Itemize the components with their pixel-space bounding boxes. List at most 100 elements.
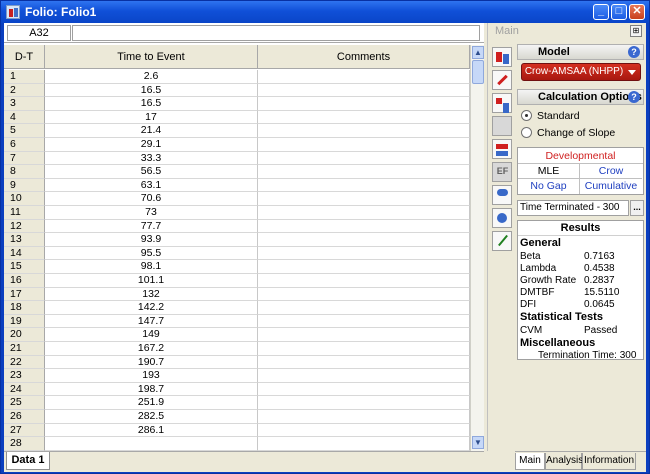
vertical-scrollbar[interactable]: ▲ ▼ <box>470 45 484 451</box>
row-number[interactable]: 4 <box>4 110 45 125</box>
comments-cell[interactable] <box>258 124 470 138</box>
time-to-event-cell[interactable]: 77.7 <box>45 219 258 234</box>
plot-icon[interactable] <box>492 231 512 251</box>
comments-cell[interactable] <box>258 274 470 288</box>
time-to-event-cell[interactable]: 167.2 <box>45 342 258 356</box>
tab-information[interactable]: Information <box>582 453 636 470</box>
row-number[interactable]: 14 <box>4 246 45 261</box>
time-to-event-cell[interactable]: 2.6 <box>45 70 258 84</box>
time-to-event-cell[interactable]: 33.3 <box>45 151 258 166</box>
comments-cell[interactable] <box>258 83 470 98</box>
comments-cell[interactable] <box>258 110 470 125</box>
developmental-option[interactable]: Developmental <box>518 148 643 164</box>
table-row[interactable]: 28 <box>4 437 470 451</box>
time-to-event-cell[interactable]: 29.1 <box>45 138 258 152</box>
time-to-event-cell[interactable]: 95.5 <box>45 246 258 261</box>
comments-cell[interactable] <box>258 206 470 220</box>
time-to-event-cell[interactable]: 73 <box>45 206 258 220</box>
table-row[interactable]: 22 190.7 <box>4 355 470 370</box>
comments-cell[interactable] <box>258 396 470 410</box>
row-number[interactable]: 17 <box>4 287 45 302</box>
row-number[interactable]: 1 <box>4 70 45 84</box>
row-number[interactable]: 7 <box>4 151 45 166</box>
time-to-event-cell[interactable]: 16.5 <box>45 97 258 111</box>
time-to-event-cell[interactable]: 147.7 <box>45 314 258 329</box>
table-row[interactable]: 17 132 <box>4 287 470 302</box>
comments-cell[interactable] <box>258 246 470 261</box>
tab-analysis[interactable]: Analysis <box>545 453 583 470</box>
table-row[interactable]: 19 147.7 <box>4 314 470 329</box>
cell-reference-box[interactable]: A32 <box>7 25 71 41</box>
time-to-event-cell[interactable] <box>45 437 258 451</box>
table-row[interactable]: 26 282.5 <box>4 410 470 424</box>
comments-cell[interactable] <box>258 151 470 166</box>
comments-cell[interactable] <box>258 97 470 111</box>
time-to-event-cell[interactable]: 142.2 <box>45 301 258 315</box>
time-to-event-cell[interactable]: 17 <box>45 110 258 125</box>
time-to-event-cell[interactable]: 198.7 <box>45 382 258 397</box>
crow-option[interactable]: Crow <box>580 164 642 179</box>
comments-cell[interactable] <box>258 328 470 342</box>
scroll-up-arrow-icon[interactable]: ▲ <box>472 46 484 59</box>
comments-cell[interactable] <box>258 437 470 451</box>
column-header-time-to-event[interactable]: Time to Event <box>45 45 258 69</box>
comments-cell[interactable] <box>258 70 470 84</box>
table-row[interactable]: 27 286.1 <box>4 423 470 438</box>
comments-cell[interactable] <box>258 382 470 397</box>
time-to-event-cell[interactable]: 21.4 <box>45 124 258 138</box>
table-row[interactable]: 14 95.5 <box>4 246 470 261</box>
time-terminated-ellipsis-button[interactable]: ... <box>630 200 644 216</box>
table-row[interactable]: 3 16.5 <box>4 97 470 111</box>
time-to-event-cell[interactable]: 149 <box>45 328 258 342</box>
row-number[interactable]: 16 <box>4 274 45 288</box>
row-number[interactable]: 8 <box>4 165 45 179</box>
help-icon[interactable]: ? <box>628 91 640 103</box>
time-to-event-cell[interactable]: 286.1 <box>45 423 258 438</box>
row-number[interactable]: 6 <box>4 138 45 152</box>
comments-cell[interactable] <box>258 165 470 179</box>
formula-input[interactable] <box>72 25 480 41</box>
table-row[interactable]: 4 17 <box>4 110 470 125</box>
time-to-event-cell[interactable]: 70.6 <box>45 192 258 206</box>
tab-main[interactable]: Main <box>515 453 545 470</box>
time-to-event-cell[interactable]: 193 <box>45 369 258 383</box>
comments-cell[interactable] <box>258 301 470 315</box>
title-bar[interactable]: Folio: Folio1 _ □ ✕ <box>1 1 649 23</box>
row-number[interactable]: 12 <box>4 219 45 234</box>
table-row[interactable]: 9 63.1 <box>4 178 470 193</box>
model-dropdown[interactable]: Crow-AMSAA (NHPP) <box>521 63 641 81</box>
table-row[interactable]: 21 167.2 <box>4 342 470 356</box>
table-row[interactable]: 10 70.6 <box>4 192 470 206</box>
row-number[interactable]: 5 <box>4 124 45 138</box>
table-row[interactable]: 16 101.1 <box>4 274 470 288</box>
comments-cell[interactable] <box>258 314 470 329</box>
row-number[interactable]: 26 <box>4 410 45 424</box>
row-number[interactable]: 9 <box>4 178 45 193</box>
table-row[interactable]: 25 251.9 <box>4 396 470 410</box>
filter-icon[interactable] <box>492 185 512 205</box>
ef-icon[interactable]: EF <box>492 162 512 182</box>
table-row[interactable]: 7 33.3 <box>4 151 470 166</box>
comments-cell[interactable] <box>258 138 470 152</box>
row-number[interactable]: 24 <box>4 382 45 397</box>
comments-cell[interactable] <box>258 369 470 383</box>
row-number[interactable]: 20 <box>4 328 45 342</box>
comments-cell[interactable] <box>258 287 470 302</box>
time-to-event-cell[interactable]: 190.7 <box>45 355 258 370</box>
column-header-dt[interactable]: D-T <box>4 45 45 69</box>
table-row[interactable]: 23 193 <box>4 369 470 383</box>
sheet-tab-data-1[interactable]: Data 1 <box>6 452 50 470</box>
table-row[interactable]: 8 56.5 <box>4 165 470 179</box>
row-number[interactable]: 19 <box>4 314 45 329</box>
maximize-button[interactable]: □ <box>611 4 627 20</box>
table-row[interactable]: 15 98.1 <box>4 260 470 274</box>
comments-cell[interactable] <box>258 410 470 424</box>
table-row[interactable]: 13 93.9 <box>4 233 470 247</box>
time-to-event-cell[interactable]: 101.1 <box>45 274 258 288</box>
row-number[interactable]: 25 <box>4 396 45 410</box>
time-to-event-cell[interactable]: 251.9 <box>45 396 258 410</box>
table-row[interactable]: 2 16.5 <box>4 83 470 98</box>
row-number[interactable]: 10 <box>4 192 45 206</box>
table-row[interactable]: 1 2.6 <box>4 70 470 84</box>
table-row[interactable]: 24 198.7 <box>4 382 470 397</box>
